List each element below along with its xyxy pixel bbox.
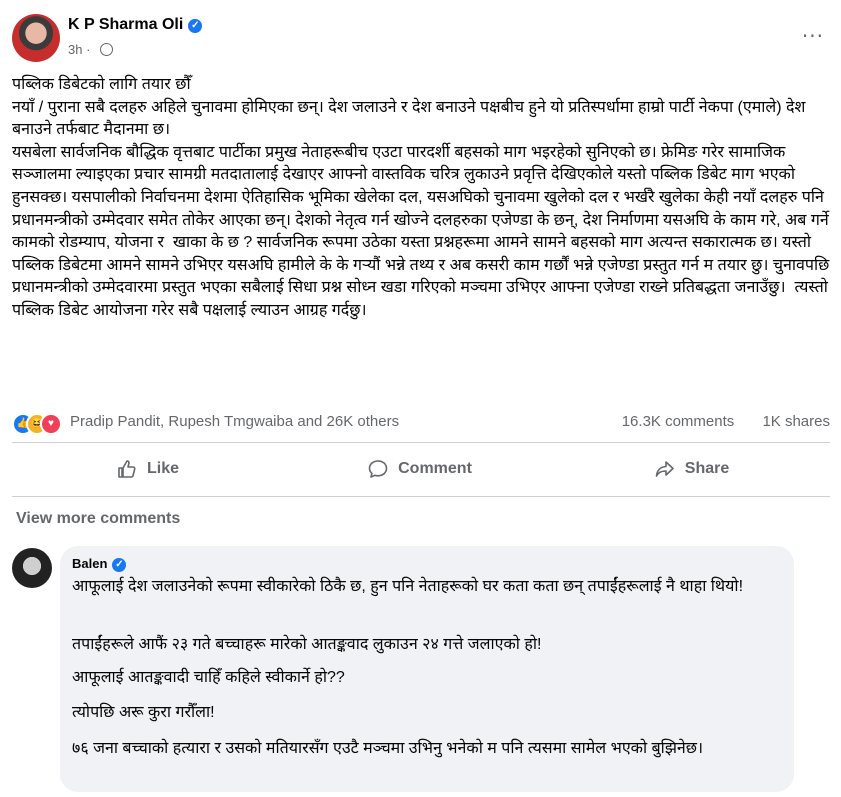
love-reaction-icon[interactable]: ♥ [40, 413, 62, 435]
comment-button[interactable]: Comment [284, 450, 556, 488]
post-action-bar: Like Comment Share [12, 450, 830, 488]
reactions-bar: 👍 😆 ♥ Pradip Pandit, Rupesh Tmgwaiba and… [12, 410, 830, 435]
facebook-post: K P Sharma Oli ✓ 3h · ··· पब्लिक डिबेटको … [0, 0, 841, 797]
view-more-comments-link[interactable]: View more comments [16, 510, 180, 528]
divider [12, 496, 830, 497]
share-count[interactable]: 1K shares [762, 413, 830, 430]
comment-bubble: Balen ✓ आफूलाई देश जलाउनेको रूपमा स्वीकार… [60, 546, 794, 792]
author-name-row: K P Sharma Oli ✓ [68, 16, 203, 34]
comment-paragraph: आफूलाई आतङ्कवादी चाहिँ कहिले स्वीकार्ने … [72, 669, 345, 686]
comment-paragraph: आफूलाई देश जलाउनेको रूपमा स्वीकारेको ठिक… [72, 578, 744, 595]
meta-separator: · [86, 42, 91, 57]
like-button[interactable]: Like [12, 450, 284, 488]
thumbs-up-icon [118, 460, 136, 478]
verified-badge-icon: ✓ [188, 19, 203, 33]
verified-badge-icon: ✓ [112, 558, 127, 572]
post-meta: 3h · [68, 42, 114, 57]
engagement-counts: 16.3K comments 1K shares [598, 413, 830, 430]
divider [12, 442, 830, 443]
more-options-icon[interactable]: ··· [802, 24, 824, 48]
post-header: K P Sharma Oli ✓ 3h · ··· [12, 14, 832, 64]
share-button[interactable]: Share [556, 450, 828, 488]
post-body-text: पब्लिक डिबेटको लागि तयार छौँ नयाँ / पुरा… [12, 76, 830, 319]
comment-count[interactable]: 16.3K comments [622, 413, 735, 430]
comment-label: Comment [398, 460, 472, 477]
comment-icon [368, 460, 388, 478]
comment-paragraph: तपाईंहरूले आफैं २३ गते बच्चाहरू मारेको आ… [72, 636, 542, 653]
share-label: Share [684, 460, 730, 477]
comment-paragraph: ७६ जना बच्चाको हत्यारा र उसको मतियारसँग … [72, 740, 704, 757]
author-name[interactable]: K P Sharma Oli [68, 16, 183, 33]
commenter-name[interactable]: Balen [72, 556, 107, 571]
author-avatar[interactable] [12, 14, 60, 62]
like-label: Like [146, 460, 179, 477]
commenter-avatar[interactable] [12, 548, 52, 588]
commenter-name-row: Balen ✓ [72, 556, 127, 572]
comment-paragraph: त्योपछि अरू कुरा गरौँला! [72, 704, 215, 721]
reaction-names[interactable]: Pradip Pandit, Rupesh Tmgwaiba and 26K o… [70, 413, 399, 430]
share-icon [655, 461, 674, 477]
post-time[interactable]: 3h [68, 42, 82, 57]
globe-icon [100, 43, 114, 56]
